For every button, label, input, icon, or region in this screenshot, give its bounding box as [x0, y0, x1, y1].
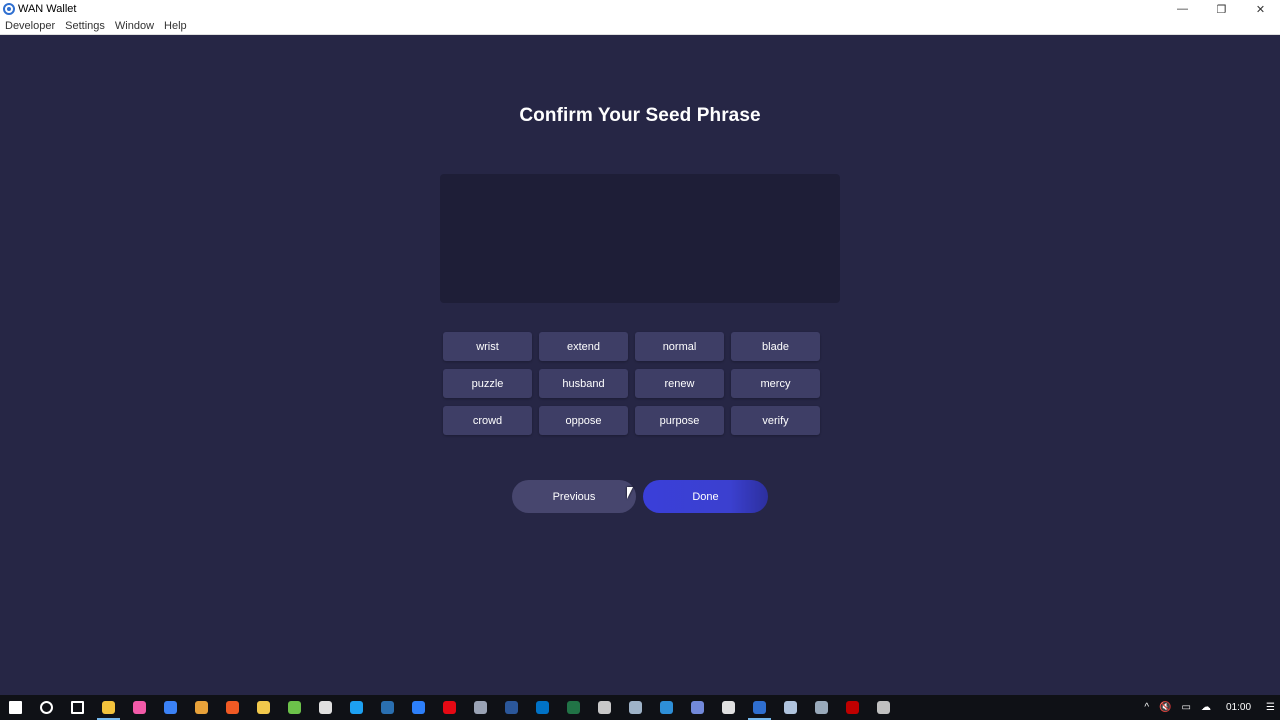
main-content: Confirm Your Seed Phrase wrist extend no…: [0, 36, 1280, 695]
app-color-icon-glyph: [319, 701, 332, 714]
battery-icon[interactable]: ▭: [1177, 702, 1196, 713]
app-clock-icon-glyph: [877, 701, 890, 714]
task-view-icon-glyph: [71, 701, 84, 714]
start-icon-glyph: [9, 701, 22, 714]
chrome-icon-glyph: [257, 701, 270, 714]
app-image-icon-glyph: [598, 701, 611, 714]
filezilla-icon[interactable]: [837, 695, 868, 720]
app-windows-icon[interactable]: [806, 695, 837, 720]
title-bar: WAN Wallet — ❐ ✕: [0, 0, 1280, 18]
menu-bar: Developer Settings Window Help: [0, 18, 1280, 35]
minimize-button[interactable]: —: [1163, 0, 1202, 18]
app-orange-icon[interactable]: [186, 695, 217, 720]
menu-window[interactable]: Window: [110, 18, 159, 35]
app-image-icon[interactable]: [589, 695, 620, 720]
vs-code-icon[interactable]: [651, 695, 682, 720]
twitter-icon[interactable]: [341, 695, 372, 720]
file-explorer-icon-glyph: [102, 701, 115, 714]
tray-chevron-icon[interactable]: ^: [1139, 702, 1154, 713]
menu-developer[interactable]: Developer: [0, 18, 60, 35]
brave-icon[interactable]: [217, 695, 248, 720]
wan-wallet-app-icon: [3, 3, 15, 15]
seed-word-button[interactable]: mercy: [731, 369, 820, 398]
app-dark-icon[interactable]: [465, 695, 496, 720]
window-controls: — ❐ ✕: [1163, 0, 1280, 18]
seed-word-button[interactable]: renew: [635, 369, 724, 398]
store-icon[interactable]: [713, 695, 744, 720]
excel-icon-glyph: [567, 701, 580, 714]
app-network-icon[interactable]: [775, 695, 806, 720]
app-network-icon-glyph: [784, 701, 797, 714]
clock[interactable]: 01:00: [1216, 702, 1261, 713]
netflix-icon-glyph: [443, 701, 456, 714]
word-icon[interactable]: [496, 695, 527, 720]
discord-icon[interactable]: [682, 695, 713, 720]
taskbar: ^ 🔇 ▭ ☁ 01:00 ☰: [0, 695, 1280, 720]
app-bird-icon-glyph: [629, 701, 642, 714]
start-icon[interactable]: [0, 695, 31, 720]
seed-word-button[interactable]: wrist: [443, 332, 532, 361]
page-title: Confirm Your Seed Phrase: [519, 105, 761, 126]
steam-icon-glyph: [381, 701, 394, 714]
seed-word-button[interactable]: husband: [539, 369, 628, 398]
app-clock-icon[interactable]: [868, 695, 899, 720]
seed-word-button[interactable]: blade: [731, 332, 820, 361]
previous-button[interactable]: Previous: [512, 480, 636, 513]
system-tray: ^ 🔇 ▭ ☁ 01:00 ☰: [1139, 695, 1280, 720]
seed-word-button[interactable]: normal: [635, 332, 724, 361]
seed-word-button[interactable]: puzzle: [443, 369, 532, 398]
twitter-icon-glyph: [350, 701, 363, 714]
menu-help[interactable]: Help: [159, 18, 192, 35]
search-icon[interactable]: [31, 695, 62, 720]
app-blue-icon[interactable]: [155, 695, 186, 720]
wan-wallet-icon[interactable]: [744, 695, 775, 720]
seed-word-button[interactable]: crowd: [443, 406, 532, 435]
notifications-icon[interactable]: ☰: [1261, 702, 1280, 713]
app-circle-icon[interactable]: [403, 695, 434, 720]
search-icon-glyph: [40, 701, 53, 714]
chrome-icon[interactable]: [248, 695, 279, 720]
outlook-icon[interactable]: [527, 695, 558, 720]
store-icon-glyph: [722, 701, 735, 714]
window-title: WAN Wallet: [18, 3, 77, 15]
app-windows-icon-glyph: [815, 701, 828, 714]
netflix-icon[interactable]: [434, 695, 465, 720]
app-green-icon-glyph: [288, 701, 301, 714]
seed-word-button[interactable]: purpose: [635, 406, 724, 435]
menu-settings[interactable]: Settings: [60, 18, 110, 35]
app-circle-icon-glyph: [412, 701, 425, 714]
brave-icon-glyph: [226, 701, 239, 714]
word-icon-glyph: [505, 701, 518, 714]
restore-button[interactable]: ❐: [1202, 0, 1241, 18]
seed-word-button[interactable]: oppose: [539, 406, 628, 435]
wan-wallet-icon-glyph: [753, 701, 766, 714]
volume-icon[interactable]: 🔇: [1154, 702, 1176, 713]
seed-word-grid: wrist extend normal blade puzzle husband…: [443, 332, 821, 435]
app-orange-icon-glyph: [195, 701, 208, 714]
seed-word-button[interactable]: extend: [539, 332, 628, 361]
outlook-icon-glyph: [536, 701, 549, 714]
steam-icon[interactable]: [372, 695, 403, 720]
app-bird-icon[interactable]: [620, 695, 651, 720]
excel-icon[interactable]: [558, 695, 589, 720]
app-green-icon[interactable]: [279, 695, 310, 720]
itunes-icon[interactable]: [124, 695, 155, 720]
app-color-icon[interactable]: [310, 695, 341, 720]
seed-phrase-drop-area[interactable]: [440, 174, 840, 303]
discord-icon-glyph: [691, 701, 704, 714]
seed-word-button[interactable]: verify: [731, 406, 820, 435]
done-button[interactable]: Done: [643, 480, 768, 513]
filezilla-icon-glyph: [846, 701, 859, 714]
close-button[interactable]: ✕: [1241, 0, 1280, 18]
taskbar-icons: [0, 695, 899, 720]
task-view-icon[interactable]: [62, 695, 93, 720]
app-blue-icon-glyph: [164, 701, 177, 714]
app-dark-icon-glyph: [474, 701, 487, 714]
vs-code-icon-glyph: [660, 701, 673, 714]
itunes-icon-glyph: [133, 701, 146, 714]
mouse-cursor-icon: [627, 487, 633, 499]
onedrive-icon[interactable]: ☁: [1196, 702, 1216, 713]
file-explorer-icon[interactable]: [93, 695, 124, 720]
